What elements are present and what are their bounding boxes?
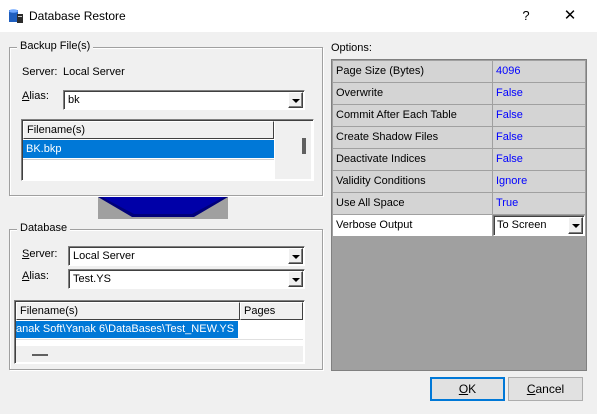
verbose-output-dropdown[interactable]	[568, 217, 583, 234]
option-name[interactable]: Commit After Each Table	[333, 105, 492, 126]
backup-alias-combo[interactable]: bk	[63, 90, 305, 110]
chevron-down-icon	[292, 255, 300, 259]
backup-server-label: Server:	[22, 66, 58, 78]
close-button[interactable]: ✕	[556, 5, 584, 27]
option-name[interactable]: Deactivate Indices	[333, 149, 492, 170]
database-alias-value: Test.YS	[73, 273, 111, 285]
chevron-down-icon	[292, 99, 300, 103]
backup-file-row[interactable]: BK.bkp	[23, 140, 274, 158]
database-server-dropdown[interactable]	[288, 248, 303, 264]
scroll-thumb[interactable]	[302, 138, 306, 154]
options-label: Options:	[331, 42, 372, 54]
window-title: Database Restore	[29, 9, 126, 23]
database-files-table[interactable]: Filename(s) Pages anak Soft\Yanak 6\Data…	[14, 300, 305, 364]
backup-files-legend: Backup File(s)	[17, 40, 94, 52]
verbose-output-combo[interactable]: To Screen	[493, 215, 585, 236]
option-value[interactable]: 4096	[493, 61, 585, 82]
database-legend: Database	[17, 222, 71, 234]
option-name[interactable]: Validity Conditions	[333, 171, 492, 192]
backup-files-list[interactable]: Filename(s) BK.bkp	[21, 119, 314, 181]
row-divider	[16, 339, 303, 340]
option-name[interactable]: Create Shadow Files	[333, 127, 492, 148]
chevron-down-icon	[572, 224, 580, 228]
backup-server-value: Local Server	[63, 66, 125, 78]
ok-button[interactable]: OK	[430, 377, 505, 401]
option-value[interactable]: False	[493, 105, 585, 126]
chevron-down-icon	[292, 278, 300, 282]
database-col-pages[interactable]: Pages	[240, 302, 303, 320]
database-col-filename[interactable]: Filename(s)	[16, 302, 240, 320]
option-value[interactable]: True	[493, 193, 585, 214]
row-divider	[23, 159, 274, 160]
backup-files-scrollbar[interactable]	[275, 121, 311, 179]
database-icon	[9, 9, 23, 23]
arrow-down-icon	[98, 197, 228, 219]
backup-files-header[interactable]: Filename(s)	[23, 121, 274, 139]
backup-alias-value: bk	[68, 94, 80, 106]
database-file-cell[interactable]: anak Soft\Yanak 6\DataBases\Test_NEW.YS	[16, 321, 238, 338]
help-button[interactable]: ?	[514, 5, 538, 27]
database-alias-label: Alias:	[22, 270, 49, 282]
database-files-hscrollbar[interactable]	[16, 346, 303, 362]
verbose-output-value: To Screen	[497, 219, 547, 231]
database-alias-dropdown[interactable]	[288, 271, 303, 287]
option-name[interactable]: Page Size (Bytes)	[333, 61, 492, 82]
options-grid[interactable]: Page Size (Bytes) 4096 Overwrite False C…	[331, 59, 587, 371]
option-value[interactable]: False	[493, 149, 585, 170]
option-name-selected[interactable]: Verbose Output	[333, 215, 492, 236]
database-pages-cell[interactable]	[241, 321, 303, 338]
database-alias-combo[interactable]: Test.YS	[68, 269, 305, 289]
database-server-value: Local Server	[73, 250, 135, 262]
scroll-thumb[interactable]	[32, 354, 48, 356]
cancel-button[interactable]: Cancel	[508, 377, 583, 401]
option-name[interactable]: Overwrite	[333, 83, 492, 104]
option-value[interactable]: Ignore	[493, 171, 585, 192]
backup-alias-label: Alias:	[22, 90, 49, 102]
database-server-combo[interactable]: Local Server	[68, 246, 305, 266]
backup-alias-dropdown[interactable]	[288, 92, 303, 108]
option-value[interactable]: False	[493, 83, 585, 104]
database-server-label: Server:	[22, 248, 58, 260]
option-value[interactable]: False	[493, 127, 585, 148]
option-name[interactable]: Use All Space	[333, 193, 492, 214]
